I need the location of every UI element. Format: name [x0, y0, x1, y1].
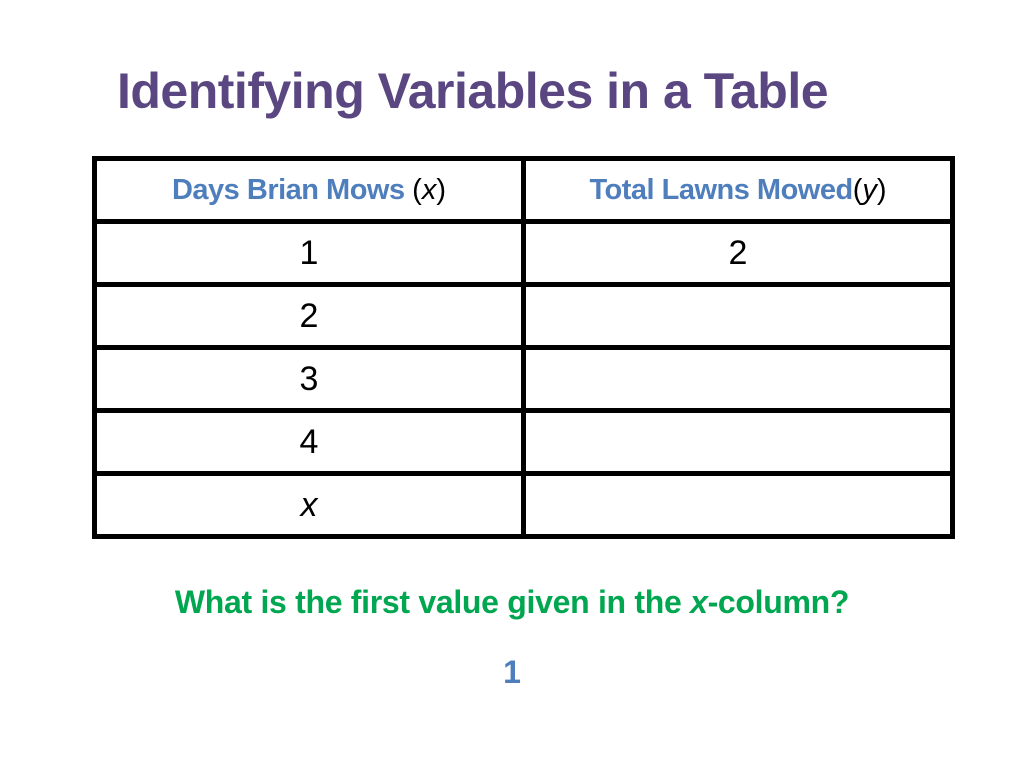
cell-y: 2 [521, 219, 955, 287]
question-variable: x [690, 584, 708, 620]
question-text: What is the first value given in the x-c… [0, 584, 1024, 621]
cell-y [521, 345, 955, 413]
table-row: 3 [92, 345, 955, 413]
cell-x: x [92, 471, 526, 539]
header-cell-x: Days Brian Mows (x) [92, 156, 526, 224]
table-row: 1 2 [92, 219, 955, 287]
header-variable-x: x [421, 173, 437, 206]
slide-title: Identifying Variables in a Table [117, 63, 829, 119]
cell-y [521, 408, 955, 476]
header-open-paren-y: ( [852, 173, 863, 206]
cell-y [521, 471, 955, 539]
table-row: 4 [92, 408, 955, 476]
question-suffix: -column? [707, 584, 850, 620]
question-prefix: What is the first value given in the [174, 584, 691, 620]
header-cell-y: Total Lawns Mowed(y) [521, 156, 955, 224]
cell-y [521, 282, 955, 350]
cell-x-variable: x [300, 485, 318, 524]
cell-x: 4 [92, 408, 526, 476]
table-row: 2 [92, 282, 955, 350]
table-row: x [92, 471, 955, 539]
variables-table: Days Brian Mows (x) Total Lawns Mowed(y)… [92, 156, 955, 539]
header-close-paren-y: ) [876, 173, 887, 206]
header-variable-y: y [862, 173, 877, 206]
cell-x: 2 [92, 282, 526, 350]
cell-x: 3 [92, 345, 526, 413]
header-close-paren-x: ) [436, 173, 447, 206]
cell-x: 1 [92, 219, 526, 287]
header-label-x: Days Brian Mows [171, 173, 413, 206]
answer-text: 1 [503, 654, 521, 690]
header-label-y: Total Lawns Mowed [589, 173, 853, 206]
header-open-paren-x: ( [412, 173, 422, 206]
table-header-row: Days Brian Mows (x) Total Lawns Mowed(y) [92, 156, 955, 224]
